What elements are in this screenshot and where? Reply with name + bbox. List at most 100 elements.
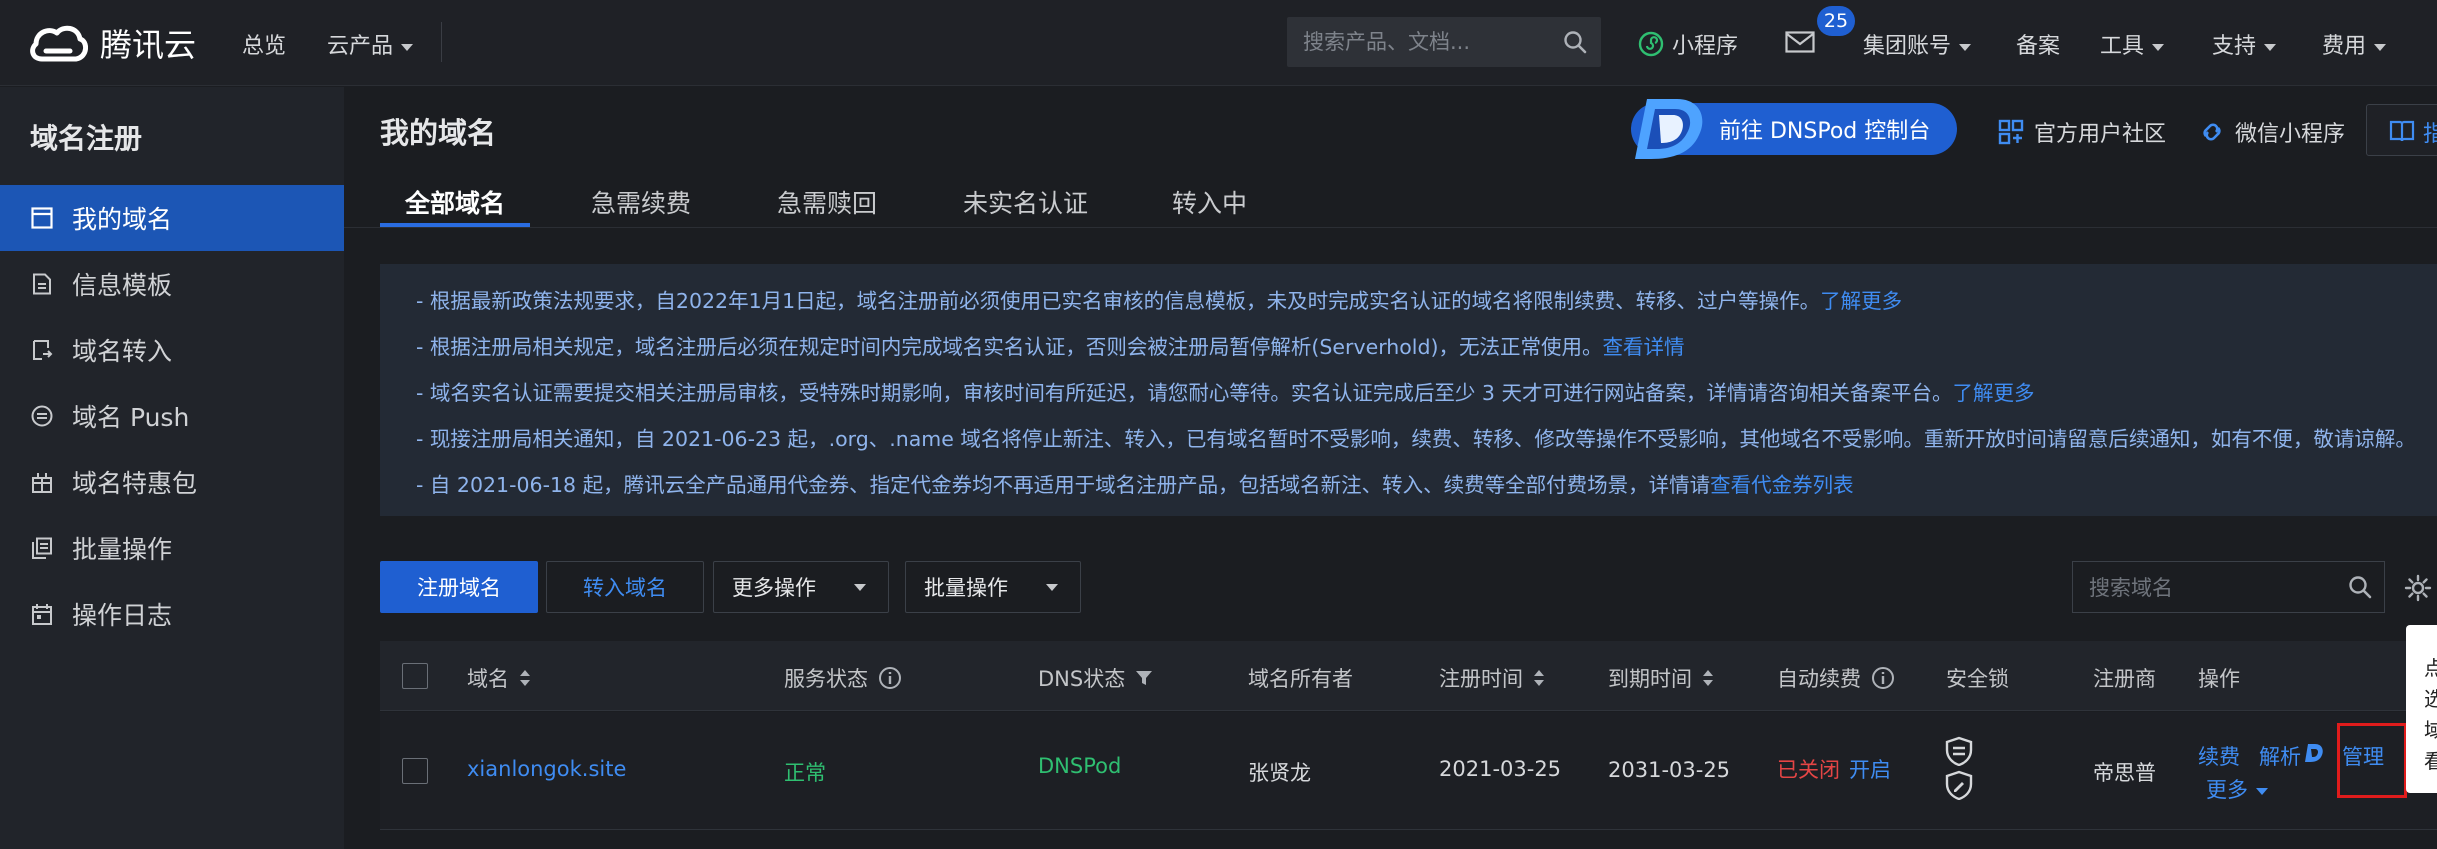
notice-panel: - 根据最新政策法规要求，自2022年1月1日起，域名注册前必须使用已实名审核的… [380,264,2437,516]
dns-status: DNSPod [1038,754,1122,778]
sidebar-item-my-domains[interactable]: 我的域名 [0,185,344,251]
info-icon[interactable] [878,666,902,690]
tooltip-text: 域 [2424,718,2437,742]
global-search-input[interactable] [1303,29,1543,55]
sidebar-item-domain-push[interactable]: 域名 Push [0,383,344,449]
sidebar-item-special-offer[interactable]: 域名特惠包 [0,449,344,515]
auto-renew-status: 已关闭 [1777,758,1840,782]
tab-unverified[interactable]: 未实名认证 [963,184,1088,220]
miniprogram-icon [1638,31,1664,57]
sidebar-item-op-log[interactable]: 操作日志 [0,581,344,647]
col-expires[interactable]: 到期时间 [1608,663,1714,693]
domain-name-link[interactable]: xianlongok.site [467,757,626,781]
cloud-logo-icon [30,25,88,62]
col-domain[interactable]: 域名 [467,663,531,693]
shield-edit-icon[interactable] [1944,770,1974,800]
domain-search[interactable] [2072,561,2385,613]
sort-icon [520,670,530,686]
sort-icon [1534,670,1544,686]
page-title: 我的域名 [380,116,497,150]
more-ops-dropdown[interactable]: 更多操作 [713,561,889,613]
batch-ops-dropdown[interactable]: 批量操作 [905,561,1081,613]
col-registered[interactable]: 注册时间 [1439,663,1545,693]
mail-count-badge: 25 [1817,6,1855,36]
row-checkbox[interactable] [402,758,428,784]
notice-line: - 根据注册局相关规定，域名注册后必须在规定时间内完成域名实名认证，否则会被注册… [416,330,1685,360]
domain-owner: 张贤龙 [1248,761,1311,785]
nav-beian[interactable]: 备案 [2016,28,2060,60]
sidebar-item-info-template[interactable]: 信息模板 [0,251,344,317]
billing-label: 费用 [2322,34,2367,59]
divider [344,227,2437,228]
register-domain-button[interactable]: 注册域名 [380,561,538,613]
batch-ops-label: 批量操作 [924,576,1008,600]
transfer-domain-button[interactable]: 转入域名 [546,561,704,613]
tab-transferring[interactable]: 转入中 [1172,184,1247,220]
shield-lock-icon[interactable] [1944,736,1974,766]
sidebar: 域名注册 我的域名 信息模板 域名转入 域名 Push 域名特惠包 批量操作 操… [0,87,344,849]
nav-account[interactable]: 集团账号 [1863,28,1972,60]
tab-urgent-renew[interactable]: 急需续费 [591,184,691,220]
col-label: 操作 [2198,667,2240,691]
support-label: 支持 [2212,34,2257,59]
resolve-link[interactable]: 解析 [2259,741,2301,771]
nav-overview[interactable]: 总览 [242,28,286,60]
notice-line: - 现接注册局相关通知，自 2021-06-23 起，.org、.name 域名… [416,422,2416,452]
notice-link[interactable]: 了解更多 [1820,289,1902,313]
notice-line: - 根据最新政策法规要求，自2022年1月1日起，域名注册前必须使用已实名审核的… [416,284,1902,314]
service-status: 正常 [784,761,826,785]
tooltip-text: 看 [2424,749,2437,773]
registered-date: 2021-03-25 [1439,757,1562,781]
col-label: 服务状态 [784,667,868,691]
enable-auto-renew-link[interactable]: 开启 [1849,754,1891,784]
chevron-down-icon [1046,584,1058,591]
mail-icon[interactable] [1785,31,1815,53]
sidebar-item-domain-transfer[interactable]: 域名转入 [0,317,344,383]
wechat-mini-link[interactable]: 微信小程序 [2199,116,2345,148]
tooltip-text: 选 [2424,687,2437,711]
notice-link[interactable]: 查看代金券列表 [1710,473,1854,497]
browser-window-icon [30,206,54,230]
nav-miniprogram[interactable]: 小程序 [1638,28,1738,60]
document-icon [30,272,54,296]
sidebar-title: 域名注册 [30,122,143,155]
gear-icon[interactable] [2404,574,2432,602]
col-label: 域名所有者 [1248,667,1353,691]
notice-text: - 根据最新政策法规要求，自2022年1月1日起，域名注册前必须使用已实名审核的… [416,289,1821,313]
tools-label: 工具 [2100,34,2145,59]
renew-link[interactable]: 续费 [2198,741,2240,771]
gift-icon [30,470,54,494]
more-actions-dropdown[interactable]: 更多 [2206,774,2268,804]
goto-dnspod-button[interactable]: 前往 DNSPod 控制台 [1631,99,1957,159]
search-icon[interactable] [2348,575,2372,599]
col-label: 域名 [467,667,509,691]
nav-support[interactable]: 支持 [2212,28,2277,60]
sidebar-item-batch-ops[interactable]: 批量操作 [0,515,344,581]
info-icon[interactable] [1871,666,1895,690]
nav-products[interactable]: 云产品 [327,28,414,60]
col-label: 安全锁 [1946,667,2009,691]
col-owner: 域名所有者 [1248,663,1353,693]
table-row: xianlongok.site 正常 DNSPod 张贤龙 2021-03-25… [380,712,2437,830]
nav-tools[interactable]: 工具 [2100,28,2165,60]
community-label: 官方用户社区 [2034,122,2167,147]
nav-billing[interactable]: 费用 [2322,28,2387,60]
select-all-checkbox[interactable] [402,663,428,689]
account-label: 集团账号 [1863,34,1952,59]
guide-button[interactable]: 指 [2366,104,2437,156]
search-icon[interactable] [1563,30,1587,54]
tab-all-domains[interactable]: 全部域名 [405,184,505,220]
community-link[interactable]: 官方用户社区 [1998,116,2166,148]
notice-line: - 自 2021-06-18 起，腾讯云全产品通用代金券、指定代金券均不再适用于… [416,468,1854,498]
notice-text: - 现接注册局相关通知，自 2021-06-23 起，.org、.name 域名… [416,427,2416,451]
global-search[interactable] [1287,17,1601,67]
domain-search-input[interactable] [2089,575,2329,601]
col-label: 注册时间 [1439,667,1523,691]
notice-link[interactable]: 查看详情 [1603,335,1685,359]
notice-link[interactable]: 了解更多 [1953,381,2035,405]
tencent-cloud-logo[interactable]: 腾讯云 [28,20,196,66]
tab-urgent-redeem[interactable]: 急需赎回 [777,184,877,220]
notice-text: - 根据注册局相关规定，域名注册后必须在规定时间内完成域名实名认证，否则会被注册… [416,335,1603,359]
col-dns-status[interactable]: DNS状态 [1038,663,1153,693]
domain-table: 域名 服务状态 DNS状态 域名所有者 注册时间 到期时间 自动续费 安全锁 注… [380,641,2437,849]
